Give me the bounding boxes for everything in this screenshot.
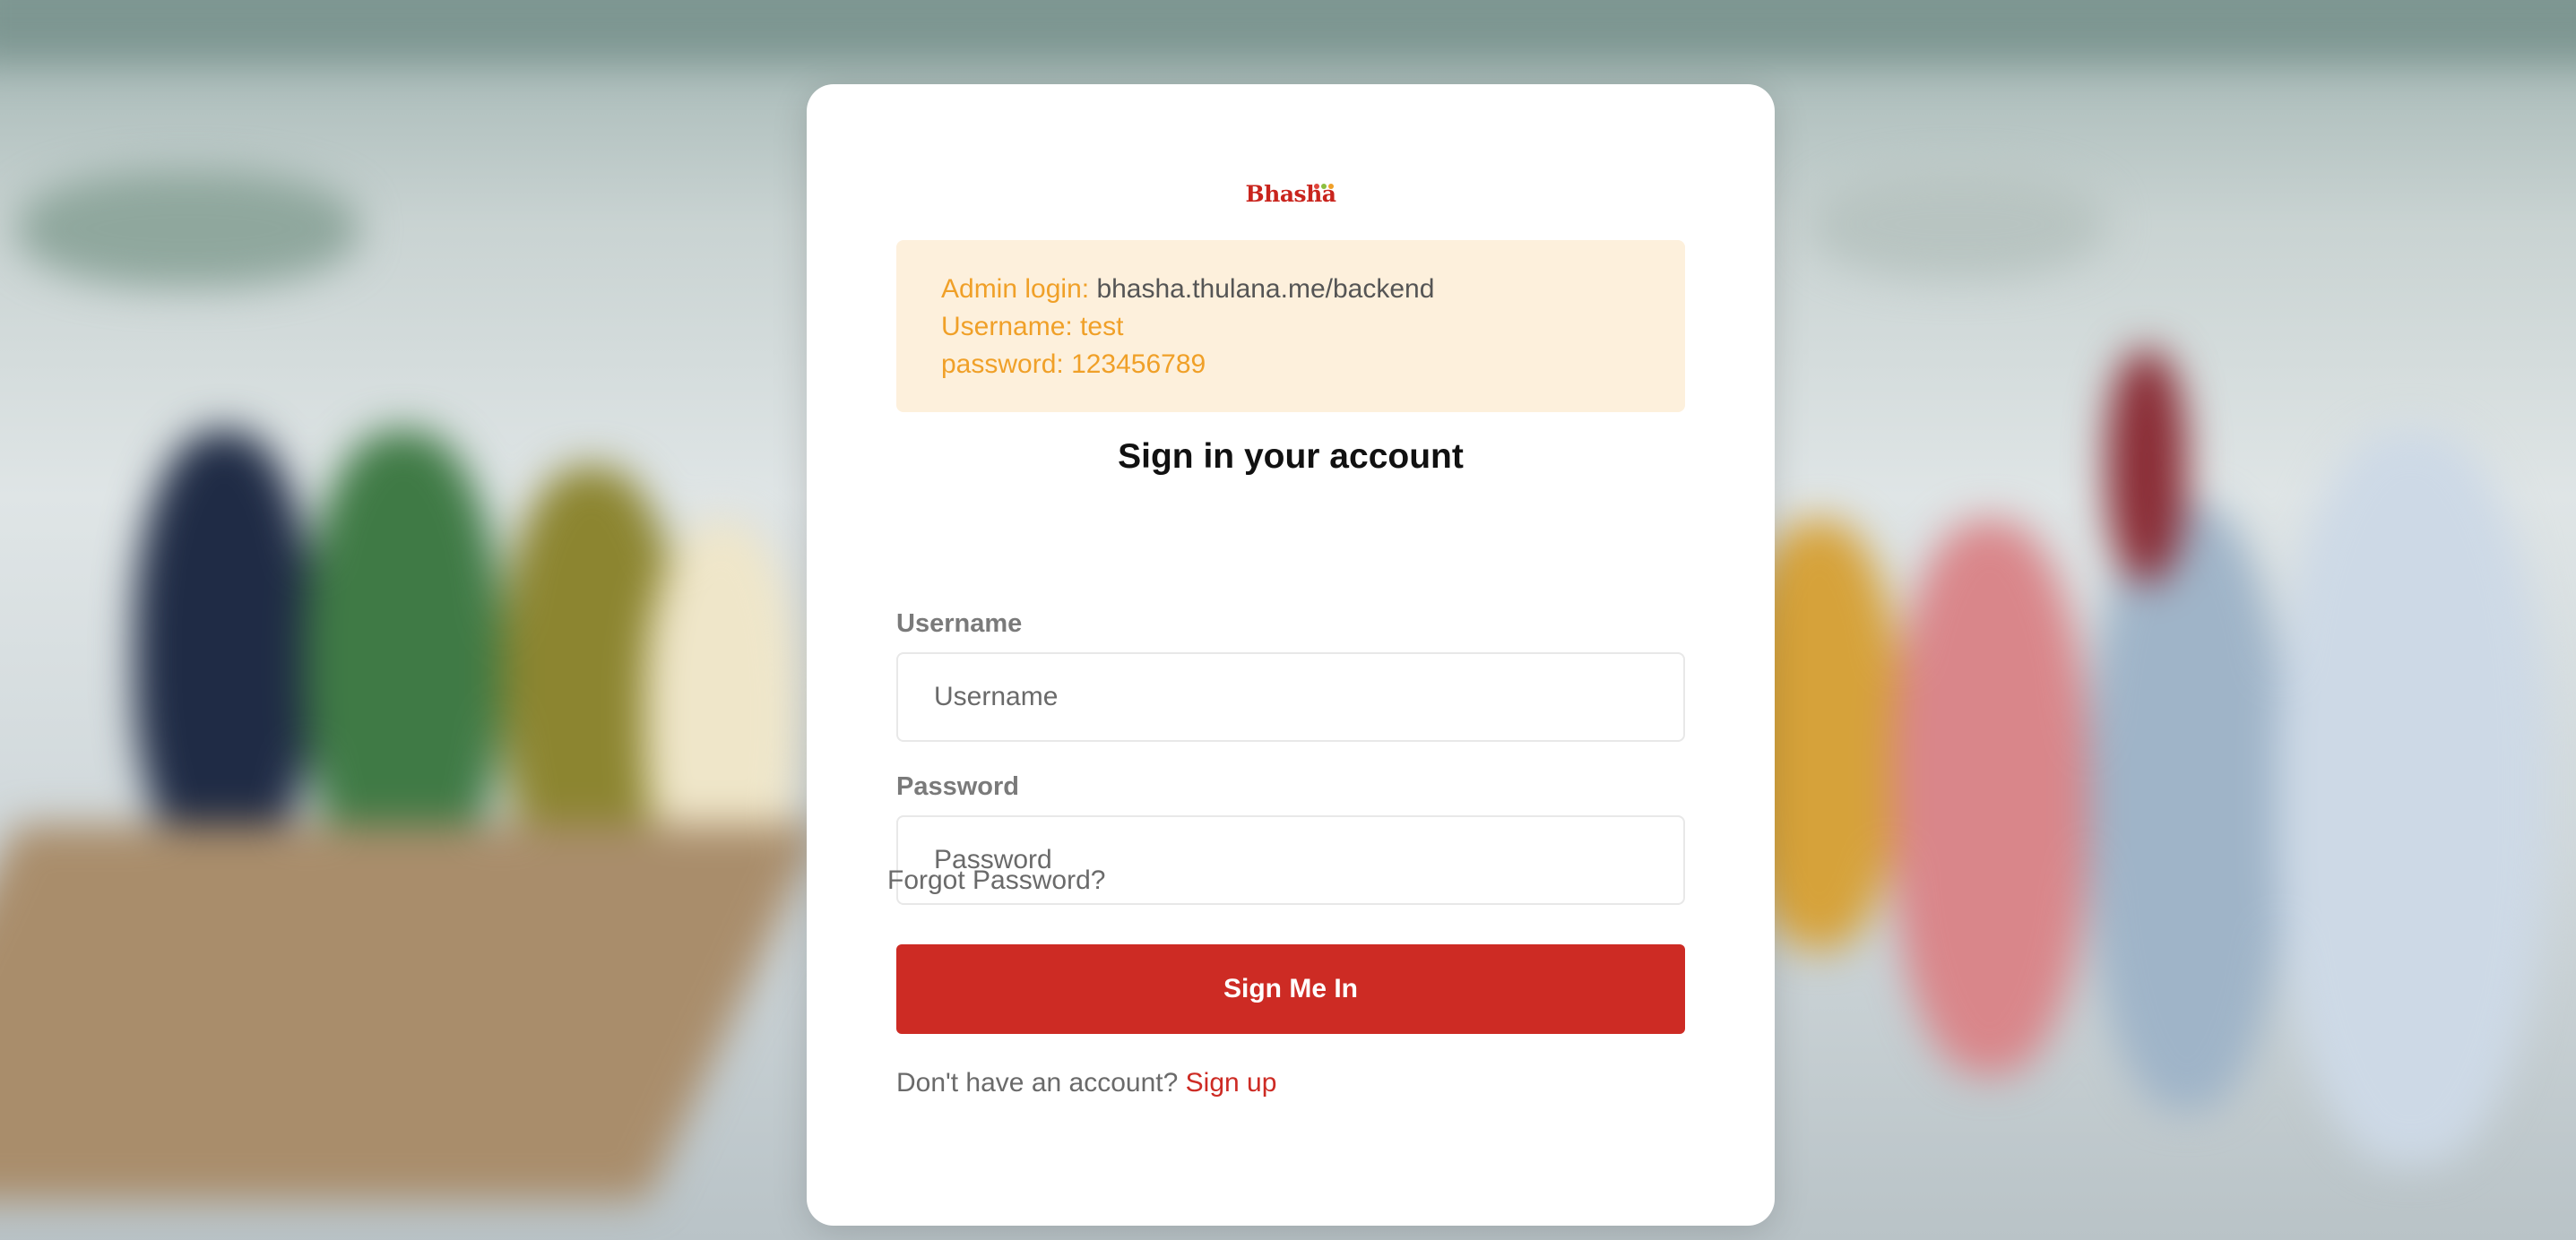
signup-prompt: Don't have an account? Sign up [896,1068,1276,1098]
signup-prompt-text: Don't have an account? [896,1068,1179,1098]
login-card: Bhasha Admin login: bhasha.thulana.me/ba… [807,84,1775,1226]
bg-table [0,824,823,1201]
password-label: Password [896,772,1019,801]
username-label: Username [896,609,1023,638]
bg-person [134,430,314,878]
admin-credentials-notice: Admin login: bhasha.thulana.me/backend U… [896,240,1685,412]
bg-person [2277,430,2546,1165]
admin-login-label: Admin login: [941,274,1090,304]
bg-person [2106,349,2187,582]
demo-password-line: password: 123456789 [941,349,1206,379]
forgot-password-link[interactable]: Forgot Password? [887,865,1105,896]
logo-text: Bhasha [1245,181,1336,207]
bg-ceiling [0,0,2576,63]
bg-person [2088,502,2286,1111]
bg-person [1891,520,2088,1075]
admin-login-url: bhasha.thulana.me/backend [1096,274,1435,304]
bg-screen-left [18,170,359,287]
signup-link[interactable]: Sign up [1186,1068,1277,1098]
admin-login-line: Admin login: bhasha.thulana.me/backend [941,271,1640,308]
sign-in-button[interactable]: Sign Me In [896,944,1685,1034]
brand-logo: Bhasha [1245,177,1336,208]
demo-username-line: Username: test [941,312,1124,341]
username-input[interactable] [896,652,1685,742]
bg-screen-right [1811,170,2106,278]
page-title: Sign in your account [1118,437,1464,476]
